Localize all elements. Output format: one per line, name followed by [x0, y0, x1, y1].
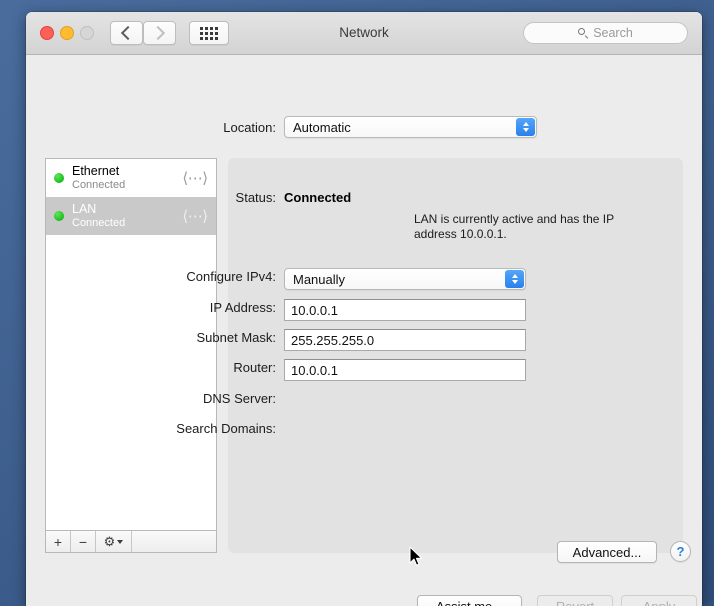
plus-icon: + [53, 533, 63, 550]
search-placeholder: Search [593, 26, 633, 40]
location-value: Automatic [293, 119, 351, 135]
ethernet-connector-icon: ⟨⋯⟩ [182, 208, 208, 225]
window-titlebar: Network Search [26, 12, 702, 55]
ip-address-input[interactable]: 10.0.0.1 [284, 299, 526, 321]
configure-ipv4-popup-button[interactable]: Manually [284, 268, 526, 290]
chevron-updown-icon [516, 118, 535, 136]
search-domains-label: Search Domains: [176, 421, 276, 436]
status-row: Status: Connected [26, 189, 352, 206]
window-body: Location: Automatic Ethernet Connected ⟨… [26, 55, 702, 606]
subnet-mask-row: Subnet Mask: 255.255.255.0 [26, 329, 526, 351]
configure-ipv4-value: Manually [293, 271, 346, 287]
status-value: Connected [284, 190, 352, 205]
service-list-toolbar: + − ⚙ [45, 531, 217, 553]
dns-server-row: DNS Server: [26, 390, 284, 407]
service-status: Connected [72, 217, 126, 230]
router-label: Router: [233, 360, 276, 375]
router-row: Router: 10.0.0.1 [26, 359, 526, 381]
search-icon [578, 28, 588, 39]
configure-ipv4-row: Configure IPv4: Manually [26, 268, 526, 290]
service-actions-button[interactable]: ⚙ [96, 531, 132, 552]
assist-me-button[interactable]: Assist me... [417, 595, 522, 606]
location-popup-button[interactable]: Automatic [284, 116, 537, 138]
desktop-background: Network Search Location: Automatic Ether… [0, 0, 714, 606]
chevron-down-icon [117, 539, 124, 544]
subnet-mask-label: Subnet Mask: [196, 330, 277, 345]
remove-service-button[interactable]: − [71, 531, 96, 552]
chevron-updown-icon [505, 270, 524, 288]
add-service-button[interactable]: + [46, 531, 71, 552]
network-preferences-window: Network Search Location: Automatic Ether… [26, 12, 702, 606]
router-input[interactable]: 10.0.0.1 [284, 359, 526, 381]
location-row: Location: Automatic [26, 116, 702, 138]
toolbar-filler [132, 531, 216, 552]
revert-button[interactable]: Revert [537, 595, 613, 606]
ip-address-row: IP Address: 10.0.0.1 [26, 299, 526, 321]
configure-ipv4-label: Configure IPv4: [186, 269, 276, 284]
status-label: Status: [235, 190, 276, 205]
subnet-mask-input[interactable]: 255.255.255.0 [284, 329, 526, 351]
search-domains-row: Search Domains: [26, 420, 284, 437]
status-dot-icon [54, 173, 64, 183]
ip-address-label: IP Address: [209, 300, 276, 315]
search-field[interactable]: Search [523, 22, 688, 44]
location-label: Location: [223, 119, 276, 135]
status-dot-icon [54, 211, 64, 221]
advanced-button[interactable]: Advanced... [557, 541, 657, 563]
gear-icon: ⚙ [103, 534, 116, 549]
apply-button[interactable]: Apply [621, 595, 697, 606]
service-name: Ethernet [72, 163, 120, 178]
minus-icon: − [78, 533, 88, 550]
dns-server-label: DNS Server: [203, 391, 276, 406]
status-description: LAN is currently active and has the IP a… [414, 212, 614, 241]
ethernet-connector-icon: ⟨⋯⟩ [182, 170, 208, 187]
help-icon[interactable]: ? [670, 541, 691, 562]
